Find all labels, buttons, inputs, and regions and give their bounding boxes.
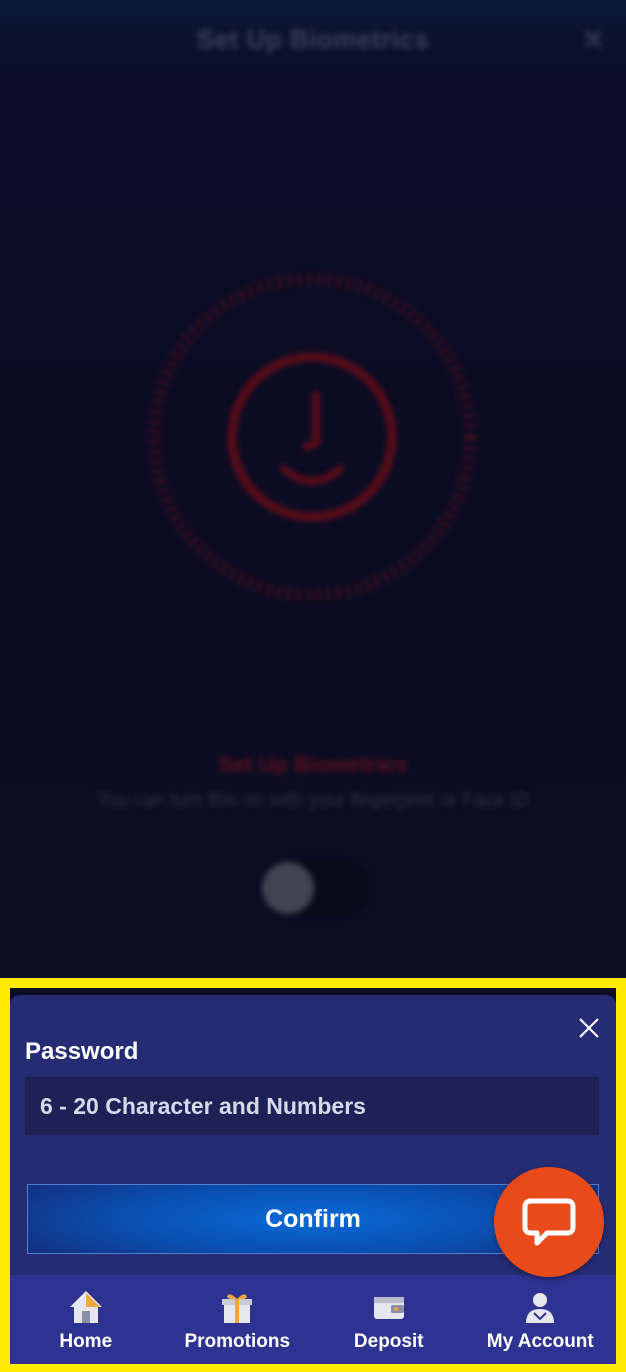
nav-label-home: Home (59, 1331, 113, 1352)
header-title: Set Up Biometrics (196, 24, 430, 54)
nav-label-promotions: Promotions (184, 1331, 291, 1352)
nav-label-deposit: Deposit (353, 1331, 424, 1352)
user-icon (526, 1293, 555, 1323)
live-chat-button[interactable] (494, 1167, 604, 1277)
biometrics-toggle (262, 860, 370, 916)
face-id-icon (147, 272, 477, 602)
gift-icon (222, 1294, 253, 1323)
password-label: Password (25, 1038, 139, 1065)
chat-bubble-icon (522, 1198, 576, 1246)
nav-item-promotions[interactable]: Promotions (162, 1275, 314, 1364)
biometrics-heading: Set Up Biometrics (218, 752, 408, 777)
nav-item-home[interactable]: Home (10, 1275, 162, 1364)
wallet-icon (373, 1297, 404, 1319)
header-close-icon: ✕ (580, 24, 606, 57)
home-icon (69, 1291, 102, 1323)
background-biometrics-screen: Set Up Biometrics ✕ Set Up Biometrics Yo… (0, 0, 626, 978)
close-icon[interactable] (578, 1017, 600, 1039)
nav-label-my-account: My Account (486, 1331, 594, 1352)
password-input[interactable] (25, 1077, 599, 1135)
nav-item-my-account[interactable]: My Account (465, 1275, 617, 1364)
biometrics-description: You can turn this on with your fingerpri… (96, 790, 530, 811)
nav-item-deposit[interactable]: Deposit (313, 1275, 465, 1364)
toggle-knob (262, 862, 314, 914)
bottom-nav: Home Promotions Deposit My Account (10, 1275, 616, 1364)
